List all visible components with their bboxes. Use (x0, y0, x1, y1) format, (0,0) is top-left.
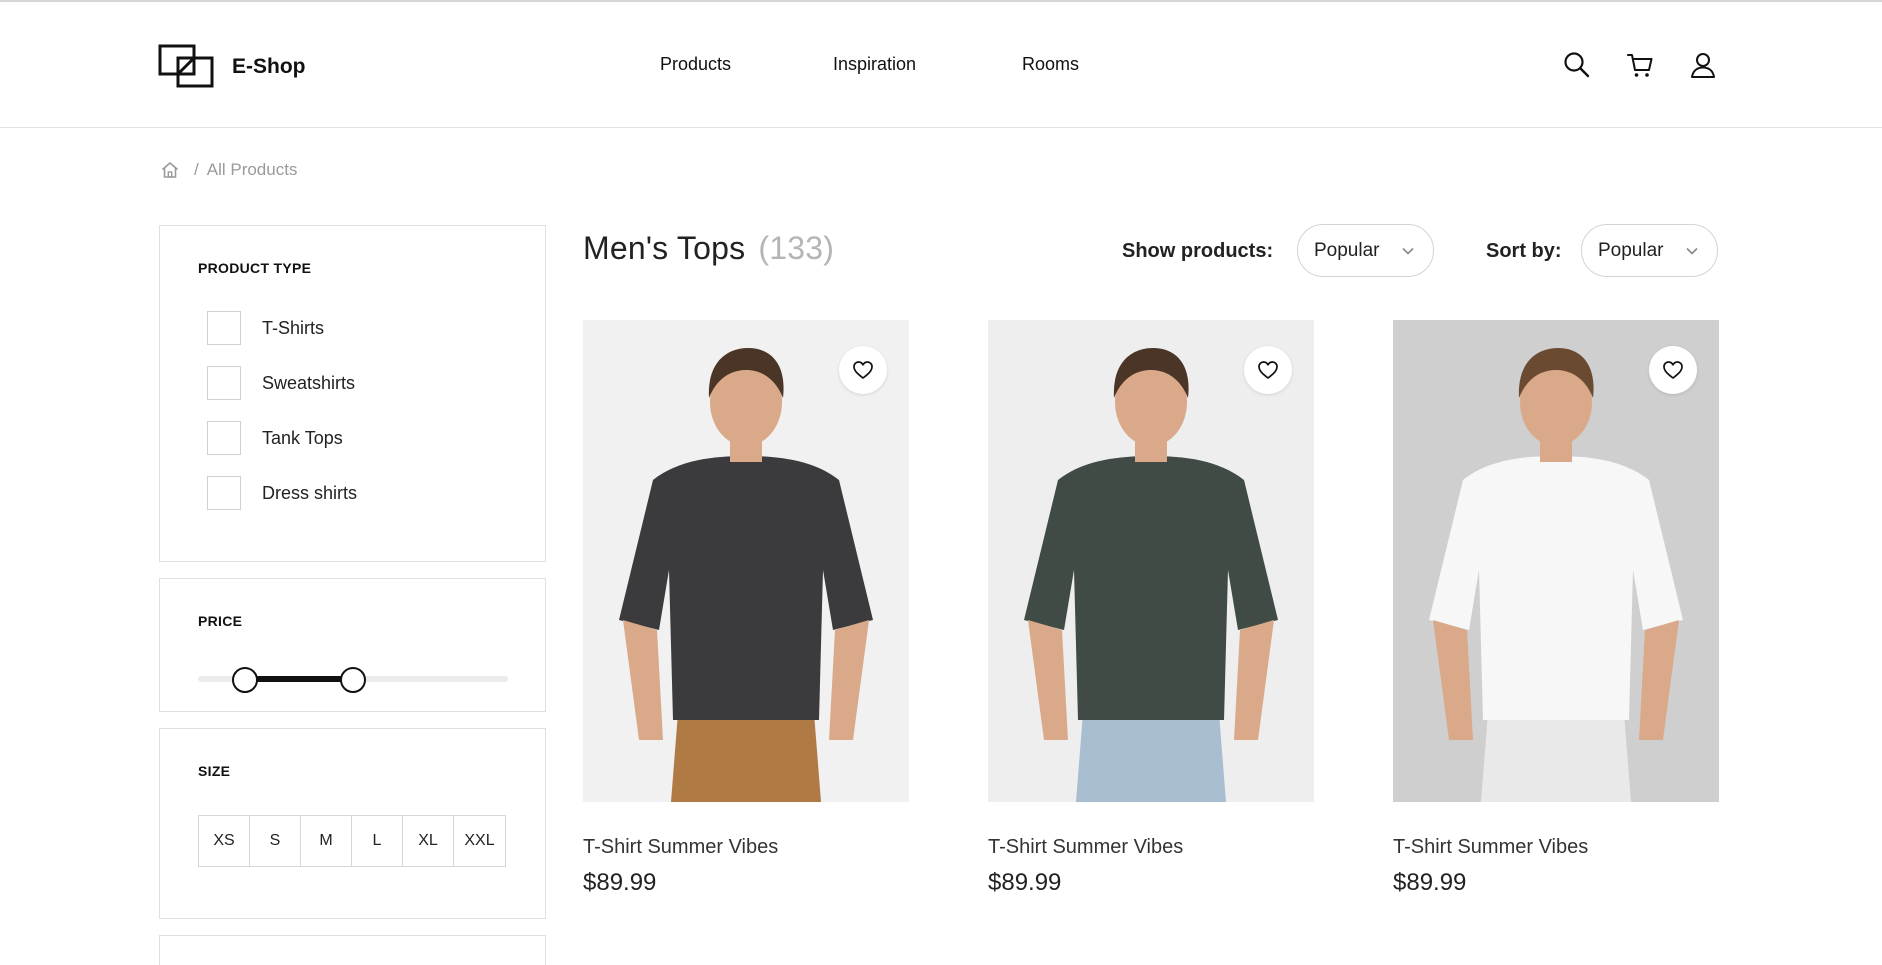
search-icon[interactable] (1562, 50, 1592, 80)
checkbox-dress-shirts[interactable]: Dress shirts (207, 476, 357, 510)
size-option-xs[interactable]: XS (199, 816, 250, 866)
product-image[interactable] (1393, 320, 1719, 802)
show-products-select[interactable]: Popular (1297, 224, 1434, 277)
logo-icon (158, 44, 214, 88)
product-name[interactable]: T-Shirt Summer Vibes (1393, 836, 1588, 859)
size-option-m[interactable]: M (301, 816, 352, 866)
filter-size: SIZE XS S M L XL XXL (159, 728, 546, 919)
chevron-down-icon (1402, 247, 1414, 255)
favorite-button[interactable] (1244, 346, 1292, 394)
sort-by-label: Sort by: (1486, 240, 1562, 262)
page-title: Men's Tops (133) (583, 230, 834, 267)
heart-icon (1258, 361, 1278, 379)
checkbox-t-shirts[interactable]: T-Shirts (207, 311, 324, 345)
size-option-s[interactable]: S (250, 816, 301, 866)
size-option-xl[interactable]: XL (403, 816, 454, 866)
nav-item-rooms[interactable]: Rooms (1022, 54, 1079, 75)
filter-title-product-type: PRODUCT TYPE (198, 260, 312, 276)
sort-by-value: Popular (1598, 239, 1664, 261)
checkbox-box[interactable] (207, 311, 241, 345)
checkbox-label: Dress shirts (262, 482, 358, 503)
size-option-xxl[interactable]: XXL (454, 816, 505, 866)
slider-range (244, 676, 353, 682)
breadcrumb: / All Products (160, 160, 297, 180)
product-image[interactable] (988, 320, 1314, 802)
checkbox-label: T-Shirts (262, 317, 325, 338)
show-products-value: Popular (1314, 239, 1380, 261)
logo-text: E-Shop (232, 55, 306, 78)
product-price: $89.99 (583, 869, 657, 896)
page-title-text: Men's Tops (583, 230, 746, 266)
breadcrumb-separator: / (194, 160, 199, 179)
product-card[interactable]: T-Shirt Summer Vibes $89.99 (583, 320, 909, 896)
product-card[interactable]: T-Shirt Summer Vibes $89.99 (1393, 320, 1719, 896)
heart-icon (853, 361, 873, 379)
slider-max-handle[interactable] (340, 667, 366, 693)
filter-product-type: PRODUCT TYPE T-Shirts Sweatshirts Tank T… (159, 225, 546, 562)
nav-item-products[interactable]: Products (660, 54, 731, 75)
home-icon[interactable] (160, 160, 180, 180)
checkbox-box[interactable] (207, 366, 241, 400)
product-price: $89.99 (1393, 869, 1467, 896)
favorite-button[interactable] (1649, 346, 1697, 394)
product-image[interactable] (583, 320, 909, 802)
cart-icon[interactable] (1625, 50, 1655, 80)
checkbox-sweatshirts[interactable]: Sweatshirts (207, 366, 355, 400)
product-name[interactable]: T-Shirt Summer Vibes (583, 836, 778, 859)
logo[interactable]: E-Shop (158, 44, 306, 90)
checkbox-label: Tank Tops (262, 427, 343, 448)
show-products-label: Show products: (1122, 240, 1274, 262)
product-name[interactable]: T-Shirt Summer Vibes (988, 836, 1183, 859)
favorite-button[interactable] (839, 346, 887, 394)
user-icon[interactable] (1688, 50, 1718, 80)
sort-by-select[interactable]: Popular (1581, 224, 1718, 277)
size-option-l[interactable]: L (352, 816, 403, 866)
product-card[interactable]: T-Shirt Summer Vibes $89.99 (988, 320, 1314, 896)
filter-title-size: SIZE (198, 763, 231, 779)
product-price: $89.99 (988, 869, 1062, 896)
checkbox-tank-tops[interactable]: Tank Tops (207, 421, 343, 455)
chevron-down-icon (1686, 247, 1698, 255)
filter-title-price: PRICE (198, 613, 243, 629)
checkbox-box[interactable] (207, 421, 241, 455)
site-header: E-Shop Products Inspiration Rooms (0, 2, 1882, 128)
checkbox-label: Sweatshirts (262, 372, 356, 393)
filter-panel-partial (159, 935, 546, 965)
filter-price: PRICE (159, 578, 546, 712)
slider-min-handle[interactable] (231, 667, 258, 693)
price-range-slider[interactable] (198, 665, 508, 695)
checkbox-box[interactable] (207, 476, 241, 510)
product-count: (133) (758, 230, 835, 266)
size-options: XS S M L XL XXL (198, 815, 506, 867)
heart-icon (1663, 361, 1683, 379)
nav-item-inspiration[interactable]: Inspiration (833, 54, 916, 75)
breadcrumb-current[interactable]: All Products (207, 160, 298, 180)
